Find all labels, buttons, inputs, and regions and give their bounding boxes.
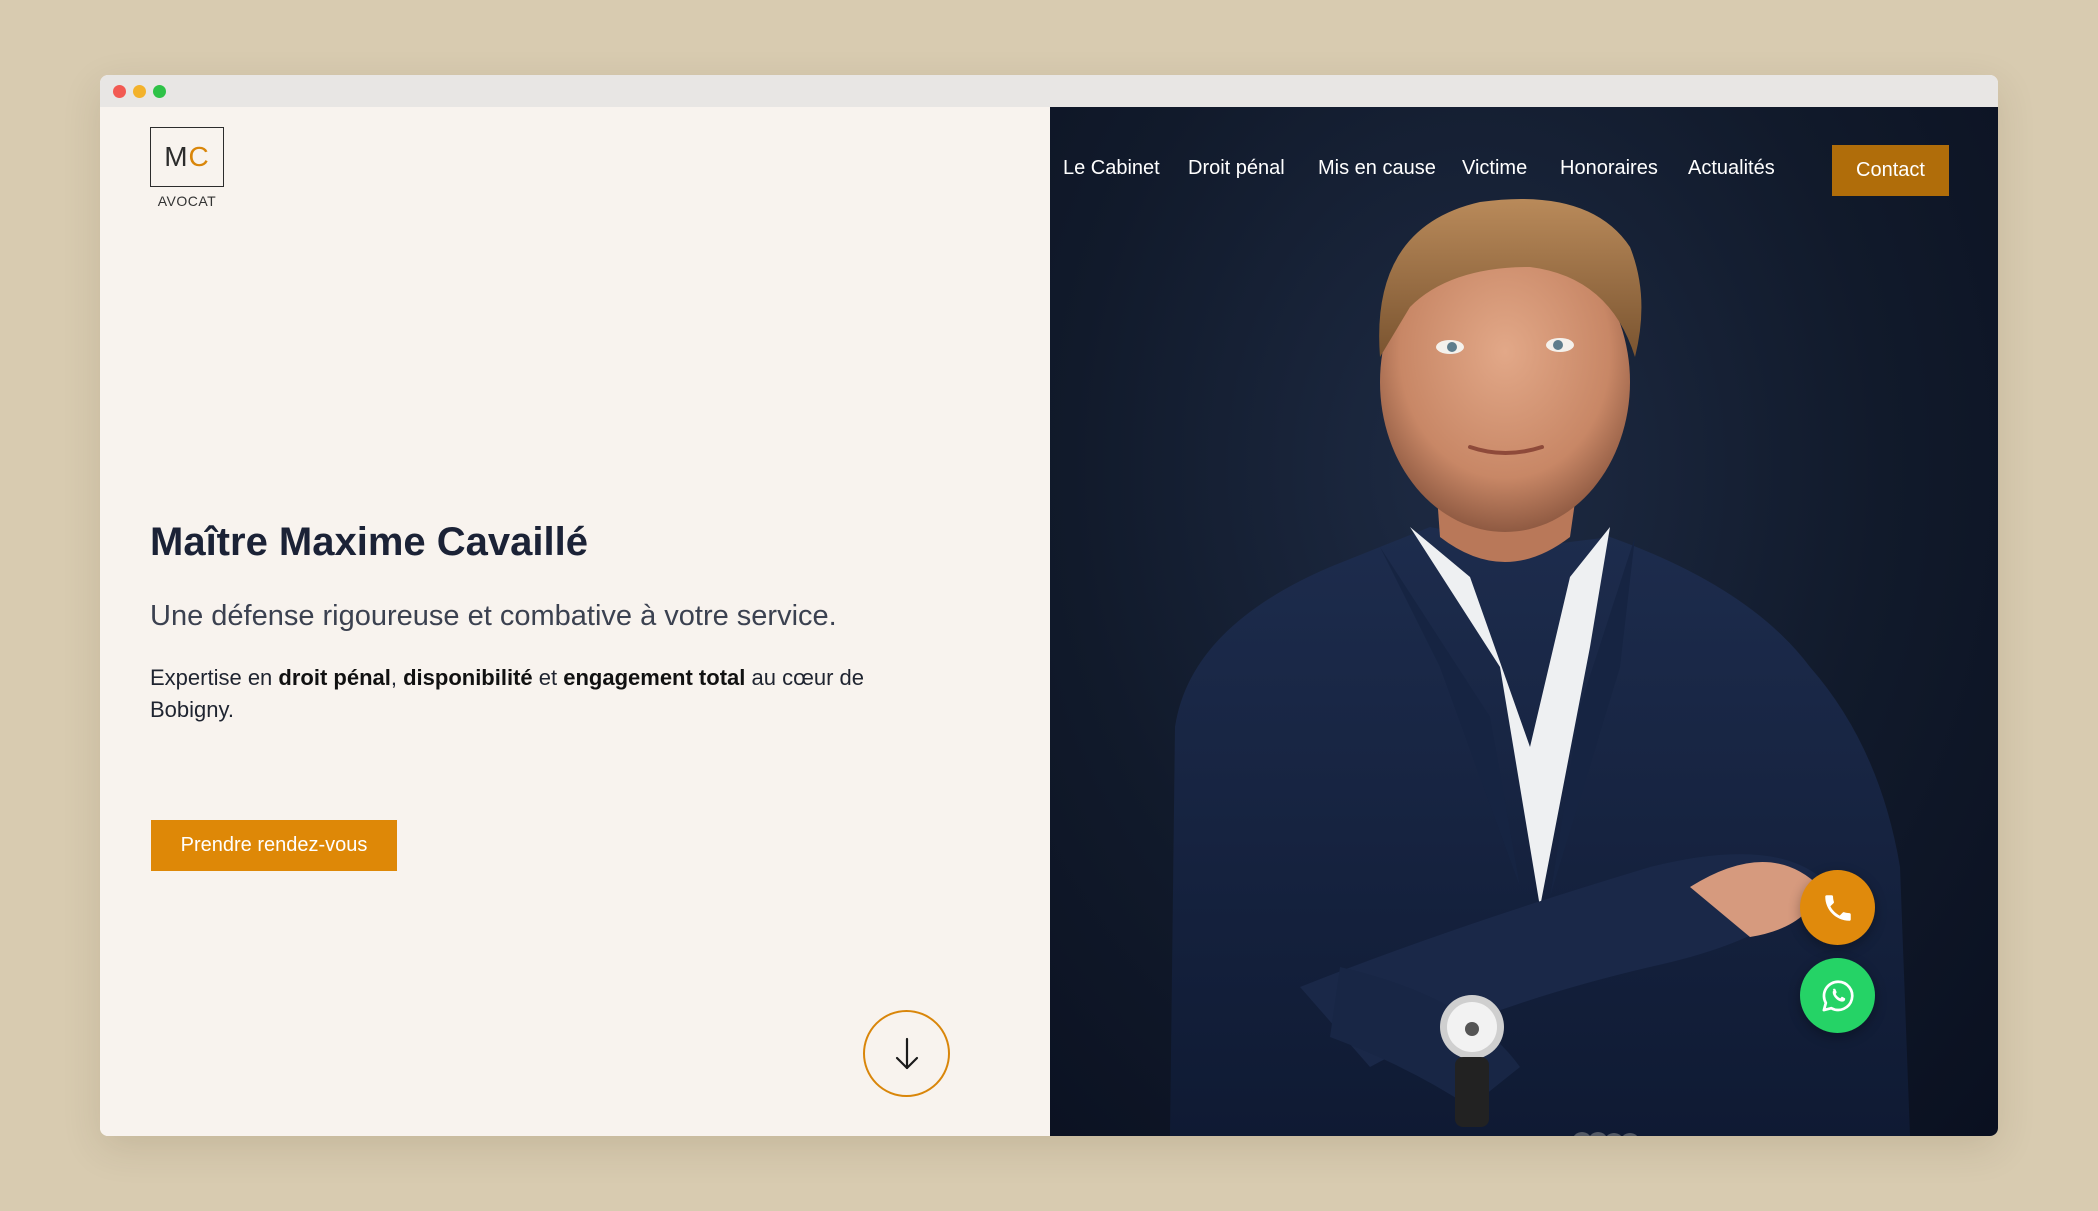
main-navigation: Le Cabinet Droit pénal Mis en cause Vict… <box>1050 107 1998 235</box>
close-window-button[interactable] <box>113 85 126 98</box>
nav-item-actualites[interactable]: Actualités <box>1688 157 1775 180</box>
hero-title: Maître Maxime Cavaillé <box>150 520 588 564</box>
call-button[interactable] <box>1800 870 1875 945</box>
logo-monogram: MC <box>150 127 224 187</box>
nav-item-droit-penal[interactable]: Droit pénal <box>1188 157 1285 180</box>
desc-text-3: et <box>532 665 564 690</box>
book-appointment-button[interactable]: Prendre rendez-vous <box>151 820 397 871</box>
arrow-down-icon <box>895 1037 918 1069</box>
desc-bold-engagement: engagement total <box>563 665 746 690</box>
site-logo[interactable]: MC AVOCAT <box>150 127 224 209</box>
desc-text-2: , <box>390 665 404 690</box>
nav-item-le-cabinet[interactable]: Le Cabinet <box>1063 157 1160 180</box>
hero-left-panel: MC AVOCAT Maître Maxime Cavaillé Une déf… <box>100 107 1050 1136</box>
browser-window: MC AVOCAT Maître Maxime Cavaillé Une déf… <box>100 75 1998 1136</box>
whatsapp-button[interactable] <box>1800 958 1875 1033</box>
minimize-window-button[interactable] <box>133 85 146 98</box>
logo-initial-c: C <box>188 141 210 172</box>
nav-item-honoraires[interactable]: Honoraires <box>1560 157 1658 180</box>
desc-bold-disponibilite: disponibilité <box>403 665 533 690</box>
hero-description: Expertise en droit pénal, disponibilité … <box>150 662 870 726</box>
nav-item-mis-en-cause[interactable]: Mis en cause <box>1318 157 1436 180</box>
desc-bold-droit-penal: droit pénal <box>278 665 391 690</box>
hero-subtitle: Une défense rigoureuse et combative à vo… <box>150 600 837 632</box>
nav-item-victime[interactable]: Victime <box>1462 157 1527 180</box>
desc-text-1: Expertise en <box>150 665 279 690</box>
logo-subtitle: AVOCAT <box>157 193 217 209</box>
whatsapp-icon <box>1822 979 1854 1011</box>
logo-initial-m: M <box>164 141 189 172</box>
maximize-window-button[interactable] <box>153 85 166 98</box>
window-titlebar <box>100 75 1998 107</box>
scroll-down-button[interactable] <box>863 1010 950 1097</box>
phone-icon <box>1824 894 1851 921</box>
contact-button[interactable]: Contact <box>1832 145 1949 196</box>
